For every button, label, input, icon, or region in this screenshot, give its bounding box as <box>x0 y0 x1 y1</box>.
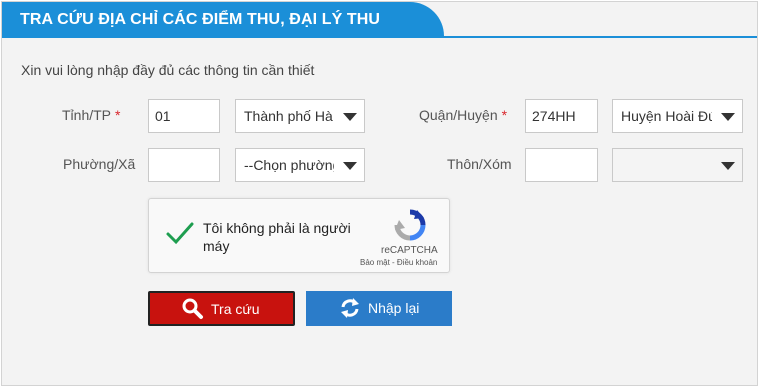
chevron-down-icon <box>343 162 357 170</box>
district-label: Quận/Huyện * <box>419 107 507 123</box>
district-code-input[interactable] <box>525 99 598 133</box>
ward-code-input[interactable] <box>148 148 220 182</box>
recaptcha-links[interactable]: Bảo mật - Điều khoản <box>360 258 437 267</box>
required-mark: * <box>115 107 121 123</box>
village-select[interactable] <box>612 148 743 182</box>
ward-label: Phường/Xã <box>63 156 136 172</box>
lookup-panel: TRA CỨU ĐỊA CHỈ CÁC ĐIỂM THU, ĐẠI LÝ THU… <box>1 1 758 386</box>
search-button[interactable]: Tra cứu <box>148 291 295 326</box>
province-select-value: Thành phố Hà Nội <box>244 108 334 124</box>
province-select[interactable]: Thành phố Hà Nội <box>235 99 365 133</box>
reset-button-label: Nhập lại <box>368 300 420 316</box>
refresh-icon <box>341 298 359 318</box>
title-bar: TRA CỨU ĐỊA CHỈ CÁC ĐIỂM THU, ĐẠI LÝ THU <box>2 2 759 38</box>
intro-text: Xin vui lòng nhập đầy đủ các thông tin c… <box>21 62 315 78</box>
district-select-value: Huyện Hoài Đức <box>621 108 712 124</box>
checkmark-icon[interactable] <box>165 221 195 245</box>
village-label: Thôn/Xóm <box>447 156 512 172</box>
search-icon <box>182 298 203 319</box>
district-label-text: Quận/Huyện <box>419 107 498 123</box>
title-tab: TRA CỨU ĐỊA CHỈ CÁC ĐIỂM THU, ĐẠI LÝ THU <box>2 2 444 38</box>
recaptcha-widget[interactable]: Tôi không phải là người máy reCAPTCHA Bả… <box>148 198 450 273</box>
village-code-input[interactable] <box>525 148 598 182</box>
page-title: TRA CỨU ĐỊA CHỈ CÁC ĐIỂM THU, ĐẠI LÝ THU <box>20 11 381 28</box>
province-code-input[interactable] <box>148 99 220 133</box>
ward-select[interactable]: --Chọn phường/xã-- <box>235 148 365 182</box>
chevron-down-icon <box>721 162 735 170</box>
recaptcha-logo-icon <box>394 209 426 241</box>
district-select[interactable]: Huyện Hoài Đức <box>612 99 743 133</box>
ward-select-value: --Chọn phường/xã-- <box>244 157 334 173</box>
recaptcha-label: Tôi không phải là người máy <box>203 220 351 254</box>
chevron-down-icon <box>343 113 357 121</box>
province-label-text: Tỉnh/TP <box>62 107 112 123</box>
reset-button[interactable]: Nhập lại <box>306 291 452 326</box>
chevron-down-icon <box>721 113 735 121</box>
required-mark: * <box>501 107 508 123</box>
province-label: Tỉnh/TP * <box>62 107 120 123</box>
recaptcha-brand: reCAPTCHA <box>381 245 438 256</box>
search-button-label: Tra cứu <box>211 301 260 317</box>
title-underline <box>2 36 757 38</box>
